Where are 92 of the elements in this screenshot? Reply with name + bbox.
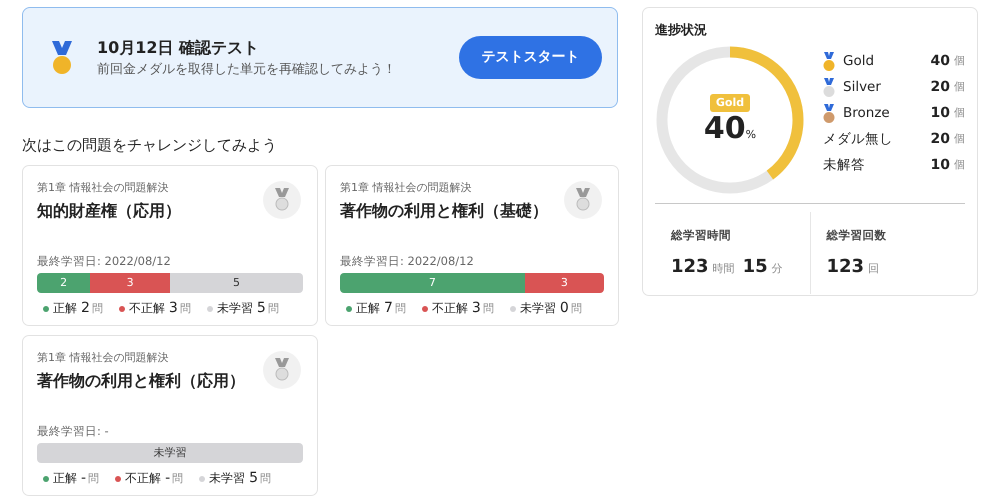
section-title: 次はこの問題をチャレンジしてみよう (22, 136, 277, 154)
legend-label: 正解 (356, 301, 380, 316)
percent-value: 40 (704, 111, 746, 146)
stat-unit: 時間 (712, 262, 735, 275)
count-unit: 問 (268, 302, 279, 316)
result-bar-segment: 3 (524, 273, 604, 294)
result-bar-segment: 3 (90, 273, 170, 294)
count-unit: 問 (92, 302, 103, 316)
medal-badge: Gold (710, 94, 750, 112)
stat-unit: 分 (772, 262, 783, 275)
medal-count: 40 (930, 52, 950, 71)
medal-icon (564, 180, 602, 218)
question-title: 知的財産権（応用） (37, 200, 182, 222)
chapter-label: 第1章 情報社会の問題解決 (340, 180, 472, 196)
count-unit: 個 (954, 53, 965, 70)
medal-icon (51, 40, 73, 76)
medal-icon (823, 52, 835, 72)
legend-count: 5 (249, 470, 258, 486)
legend-dot-icon (510, 306, 516, 312)
percent-unit: % (746, 128, 756, 142)
medal-count: 20 (930, 130, 950, 149)
count-unit: 問 (570, 302, 582, 316)
question-card[interactable]: 第1章 情報社会の問題解決 著作物の利用と権利（基礎） 最終学習日: 2022/08/12 7 3 正解 7 問 不正解 3 問 未学習 0 問 (325, 164, 619, 326)
banner-title: 10月12日 確認テスト (97, 36, 260, 59)
legend-dot-icon (43, 306, 49, 312)
legend-count: 3 (472, 300, 481, 316)
result-bar-segment: 5 (170, 273, 303, 294)
medal-count: 20 (930, 78, 950, 97)
question-title: 著作物の利用と権利（応用） (37, 370, 246, 392)
card-title: 進捗状況 (655, 23, 707, 38)
stat-value: 123 (826, 256, 864, 277)
count-unit: 問 (180, 302, 191, 316)
medal-icon (263, 180, 301, 218)
legend-label: 未学習 (520, 301, 556, 316)
result-bar-segment: 未学習 (37, 443, 303, 464)
stat-unit: 回 (868, 262, 880, 275)
banner-subtitle: 前回金メダルを取得した単元を再確認してみよう！ (97, 60, 397, 79)
legend-dot-icon (199, 476, 206, 482)
stat-value: 15 (742, 256, 768, 277)
medal-count: 10 (930, 156, 950, 175)
legend-label: 不正解 (125, 471, 162, 486)
stat-label: 総学習時間 (671, 228, 731, 242)
count-unit: 問 (394, 302, 406, 316)
count-unit: 問 (260, 472, 272, 486)
legend-count: 2 (81, 300, 90, 316)
legend-dot-icon (43, 476, 49, 482)
count-unit: 個 (954, 79, 965, 96)
count-unit: 問 (482, 302, 494, 316)
last-studied-date: 最終学習日: - (37, 423, 110, 440)
question-title: 著作物の利用と権利（基礎） (340, 200, 549, 222)
count-unit: 個 (954, 157, 965, 174)
legend-count: - (81, 470, 86, 486)
medal-label: 未解答 (823, 156, 865, 176)
medal-icon (823, 104, 835, 124)
legend-dot-icon (206, 306, 213, 312)
question-card[interactable]: 第1章 情報社会の問題解決 著作物の利用と権利（応用） 最終学習日: - 未学習 正解 -問 不正解 -問 未学習 5 問 (22, 334, 318, 496)
legend-label: 未学習 (209, 471, 246, 486)
chapter-label: 第1章 情報社会の問題解決 (37, 350, 170, 366)
medal-label: Bronze (843, 104, 890, 124)
question-card[interactable]: 第1章 情報社会の問題解決 知的財産権（応用） 最終学習日: 2022/08/12 2 3 5 正解 2 問 不正解 3 問 未学習 5 問 (22, 164, 318, 326)
count-unit: 個 (954, 105, 965, 122)
legend-count: 7 (384, 300, 393, 316)
count-unit: 問 (88, 472, 100, 486)
start-test-button[interactable]: テストスタート (459, 36, 602, 79)
legend-count: 0 (560, 300, 569, 316)
legend-dot-icon (118, 306, 125, 312)
medal-icon (823, 78, 835, 98)
medal-icon (263, 350, 301, 388)
legend-dot-icon (115, 476, 122, 482)
legend-label: 正解 (53, 471, 77, 486)
legend-count: 5 (256, 300, 266, 316)
medal-label: メダル無し (823, 130, 893, 150)
chapter-label: 第1章 情報社会の問題解決 (37, 180, 170, 196)
legend-label: 未学習 (216, 301, 253, 316)
legend-count: 3 (168, 300, 178, 316)
result-bar-segment: 7 (340, 273, 525, 294)
stat-label: 総学習回数 (826, 228, 886, 242)
legend-label: 不正解 (128, 301, 165, 316)
result-bar-segment: 2 (37, 273, 90, 294)
legend-dot-icon (346, 306, 352, 312)
count-unit: 問 (172, 472, 184, 486)
count-unit: 個 (954, 131, 965, 148)
stat-value: 123 (671, 256, 709, 277)
medal-label: Gold (843, 52, 874, 72)
legend-count: - (165, 470, 170, 486)
legend-dot-icon (422, 306, 428, 312)
legend-label: 不正解 (432, 301, 468, 316)
last-studied-date: 最終学習日: 2022/08/12 (340, 253, 475, 270)
last-studied-date: 最終学習日: 2022/08/12 (37, 253, 172, 270)
legend-label: 正解 (53, 301, 77, 316)
medal-count: 10 (930, 104, 950, 123)
medal-label: Silver (843, 78, 881, 98)
